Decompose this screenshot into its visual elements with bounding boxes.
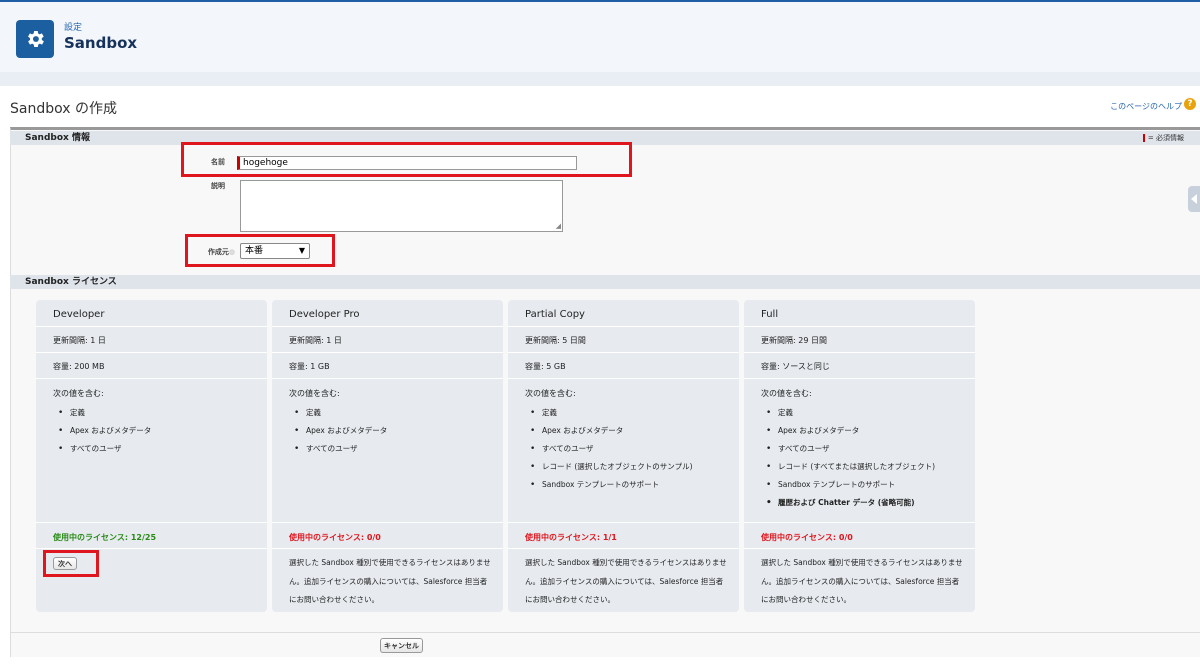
storage: 容量: ソースと同じ xyxy=(761,362,830,371)
divider xyxy=(744,548,975,549)
license-card-full: Full 更新間隔: 29 日間 容量: ソースと同じ 次の値を含む: 定義 A… xyxy=(744,300,975,612)
includes-label: 次の値を含む: xyxy=(53,389,104,398)
includes-label: 次の値を含む: xyxy=(289,389,340,398)
divider xyxy=(272,352,503,353)
required-marker xyxy=(1142,134,1145,142)
divider xyxy=(508,378,739,379)
collapse-side-tab[interactable] xyxy=(1188,186,1200,212)
list-item: レコード (選択したオブジェクトのサンプル) xyxy=(530,458,693,476)
refresh-interval: 更新間隔: 5 日間 xyxy=(525,336,586,345)
setup-header: 設定 Sandbox xyxy=(0,0,1200,76)
card-title: Partial Copy xyxy=(525,309,585,320)
list-item: Apex およびメタデータ xyxy=(530,422,693,440)
name-field-highlight xyxy=(181,142,632,177)
list-item: Apex およびメタデータ xyxy=(58,422,151,440)
divider xyxy=(744,378,975,379)
storage: 容量: 200 MB xyxy=(53,362,105,371)
card-title: Developer xyxy=(53,309,105,320)
list-item: すべてのユーザ xyxy=(294,440,387,458)
includes-list: 定義 Apex およびメタデータ すべてのユーザ レコード (すべてまたは選択し… xyxy=(766,404,935,512)
divider xyxy=(508,548,739,549)
help-icon[interactable]: ? xyxy=(1184,98,1196,110)
list-item: Apex およびメタデータ xyxy=(294,422,387,440)
header-decoration xyxy=(0,72,1200,86)
license-card-developer-pro: Developer Pro 更新間隔: 1 日 容量: 1 GB 次の値を含む:… xyxy=(272,300,503,612)
list-item: すべてのユーザ xyxy=(530,440,693,458)
list-item: レコード (すべてまたは選択したオブジェクト) xyxy=(766,458,935,476)
divider xyxy=(272,326,503,327)
list-item: Apex およびメタデータ xyxy=(766,422,935,440)
storage: 容量: 1 GB xyxy=(289,362,330,371)
sandbox-license-section-header: Sandbox ライセンス xyxy=(10,275,1200,289)
divider xyxy=(744,326,975,327)
divider xyxy=(272,548,503,549)
card-title: Full xyxy=(761,309,779,320)
help-link[interactable]: このページのヘルプ xyxy=(1110,101,1182,112)
licenses-in-use: 使用中のライセンス: 1/1 xyxy=(525,533,617,542)
app-title: Sandbox xyxy=(64,34,138,52)
list-item: 定義 xyxy=(766,404,935,422)
list-item: すべてのユーザ xyxy=(58,440,151,458)
description-label: 説明 xyxy=(211,182,225,190)
divider xyxy=(36,378,267,379)
card-title: Developer Pro xyxy=(289,309,360,320)
license-card-partial-copy: Partial Copy 更新間隔: 5 日間 容量: 5 GB 次の値を含む:… xyxy=(508,300,739,612)
required-legend: = 必須情報 xyxy=(1142,133,1184,143)
create-from-highlight xyxy=(185,234,335,267)
divider xyxy=(508,522,739,523)
description-textarea[interactable]: ◢ xyxy=(240,180,563,232)
divider xyxy=(36,326,267,327)
divider xyxy=(272,522,503,523)
includes-label: 次の値を含む: xyxy=(761,389,812,398)
list-item: 履歴および Chatter データ (省略可能) xyxy=(766,494,935,512)
divider xyxy=(36,548,267,549)
licenses-in-use: 使用中のライセンス: 0/0 xyxy=(761,533,853,542)
divider xyxy=(744,352,975,353)
list-item: 定義 xyxy=(58,404,151,422)
required-legend-text: = 必須情報 xyxy=(1147,134,1184,142)
list-item: Sandbox テンプレートのサポート xyxy=(530,476,693,494)
licenses-in-use: 使用中のライセンス: 12/25 xyxy=(53,533,157,542)
refresh-interval: 更新間隔: 1 日 xyxy=(53,336,106,345)
includes-list: 定義 Apex およびメタデータ すべてのユーザ xyxy=(294,404,387,458)
list-item: Sandbox テンプレートのサポート xyxy=(766,476,935,494)
footer-divider xyxy=(10,632,1200,633)
includes-label: 次の値を含む: xyxy=(525,389,576,398)
refresh-interval: 更新間隔: 1 日 xyxy=(289,336,342,345)
no-license-message: 選択した Sandbox 種別で使用できるライセンスはありません。追加ライセンス… xyxy=(289,558,491,604)
next-button-highlight xyxy=(43,550,99,577)
page-title: Sandbox の作成 xyxy=(10,101,117,117)
list-item: 定義 xyxy=(294,404,387,422)
no-license-message: 選択した Sandbox 種別で使用できるライセンスはありません。追加ライセンス… xyxy=(761,558,963,604)
storage: 容量: 5 GB xyxy=(525,362,566,371)
list-item: すべてのユーザ xyxy=(766,440,935,458)
includes-list: 定義 Apex およびメタデータ すべてのユーザ xyxy=(58,404,151,458)
breadcrumb[interactable]: 設定 xyxy=(64,20,82,33)
divider xyxy=(508,352,739,353)
licenses-in-use: 使用中のライセンス: 0/0 xyxy=(289,533,381,542)
divider xyxy=(36,522,267,523)
gear-icon xyxy=(16,20,54,58)
resize-grip-icon[interactable]: ◢ xyxy=(556,222,561,230)
includes-list: 定義 Apex およびメタデータ すべてのユーザ レコード (選択したオブジェク… xyxy=(530,404,693,494)
list-item: 定義 xyxy=(530,404,693,422)
divider xyxy=(744,522,975,523)
no-license-message: 選択した Sandbox 種別で使用できるライセンスはありません。追加ライセンス… xyxy=(525,558,727,604)
cancel-button[interactable]: キャンセル xyxy=(380,638,423,653)
divider xyxy=(36,352,267,353)
divider xyxy=(508,326,739,327)
divider xyxy=(272,378,503,379)
refresh-interval: 更新間隔: 29 日間 xyxy=(761,336,827,345)
